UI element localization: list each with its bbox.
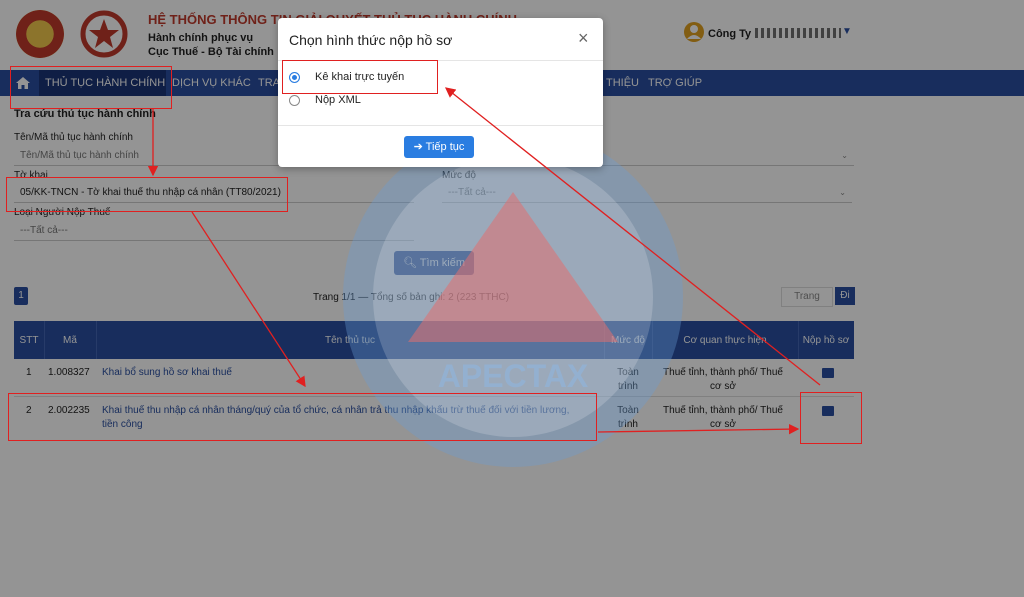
dialog-title: Chọn hình thức nộp hồ sơ bbox=[289, 32, 453, 48]
annotation-box-form bbox=[6, 177, 288, 212]
watermark-text: APECTAX bbox=[438, 358, 589, 394]
arrow-right-icon: ➔ bbox=[413, 141, 426, 153]
continue-button[interactable]: ➔ Tiếp tục bbox=[404, 136, 474, 158]
radio-xml[interactable] bbox=[289, 95, 300, 106]
annotation-box-nav bbox=[10, 66, 172, 109]
annotation-box-row bbox=[8, 393, 597, 441]
annotation-box-online bbox=[282, 60, 438, 94]
close-icon[interactable]: × bbox=[578, 28, 589, 49]
continue-label: Tiếp tục bbox=[425, 141, 465, 153]
annotation-box-submit bbox=[800, 392, 862, 444]
divider bbox=[278, 125, 603, 126]
option-xml-label[interactable]: Nộp XML bbox=[315, 94, 361, 106]
